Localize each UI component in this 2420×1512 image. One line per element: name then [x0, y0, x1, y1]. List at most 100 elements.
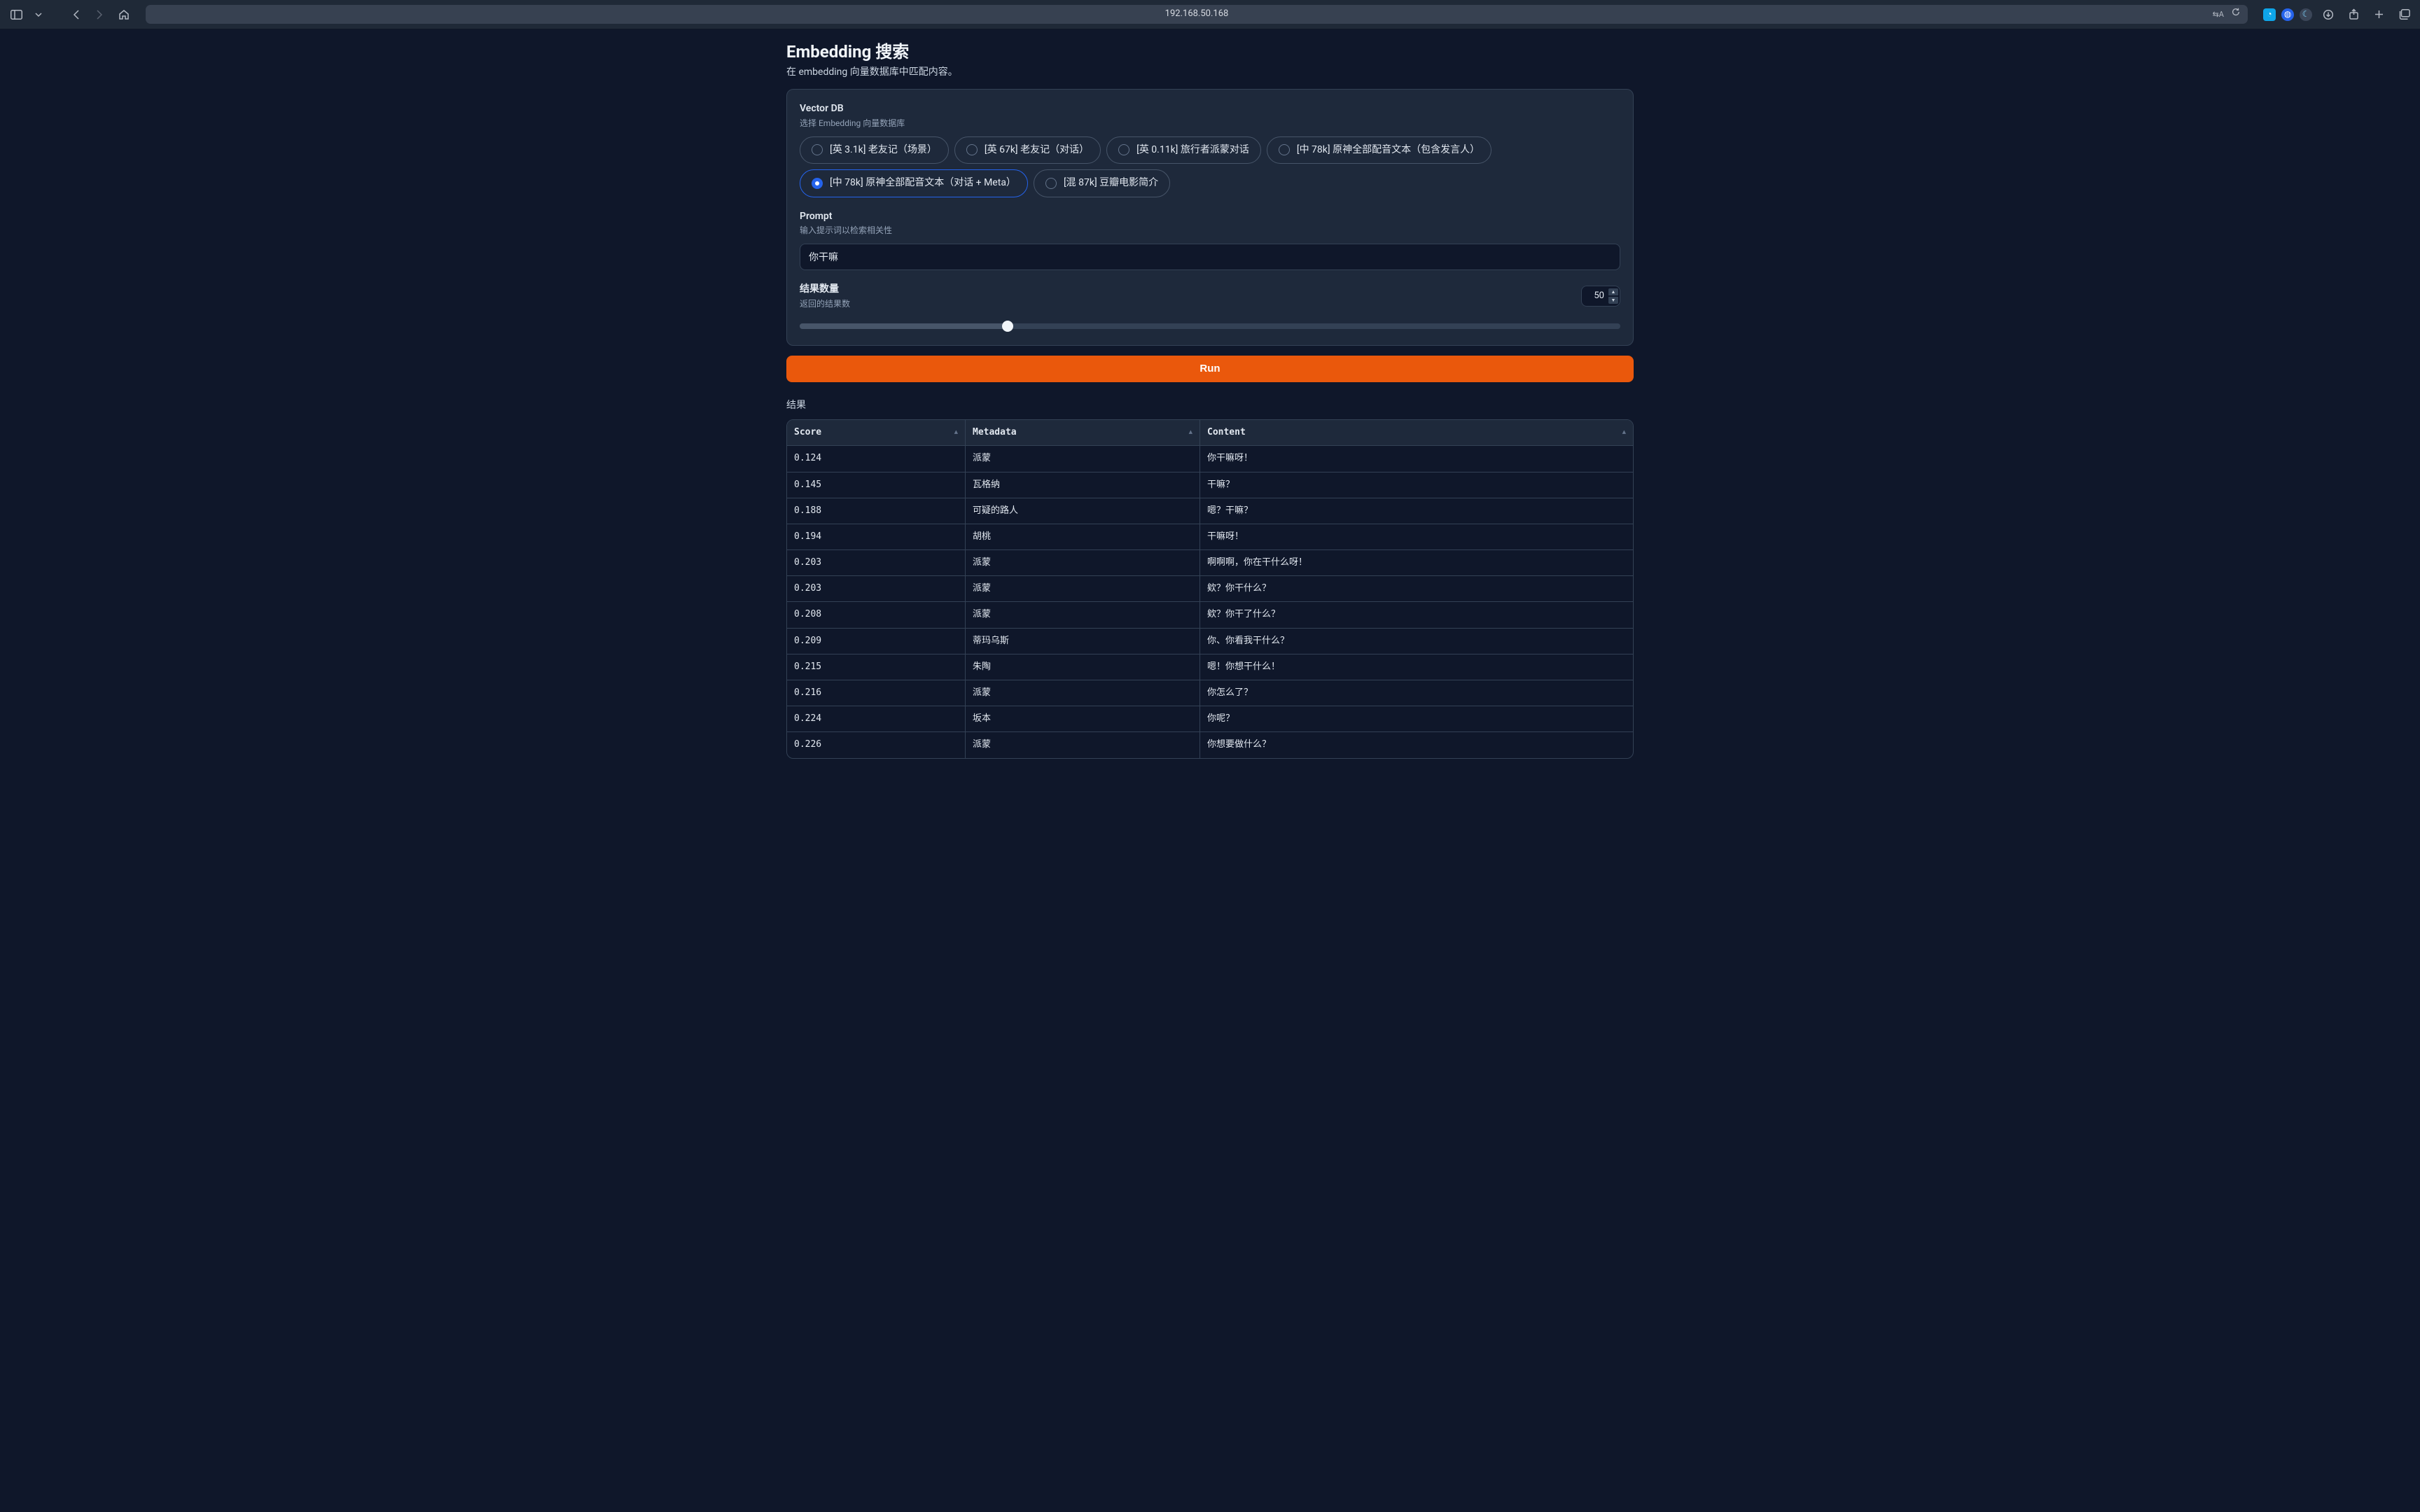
table-cell-metadata: 蒂玛乌斯: [966, 629, 1200, 654]
radio-dot-icon: [812, 144, 823, 155]
reload-icon[interactable]: [2231, 7, 2241, 22]
column-header[interactable]: Metadata▲: [966, 420, 1200, 446]
stepper-up-button[interactable]: ▲: [1608, 288, 1618, 295]
sort-arrow-icon: ▲: [1622, 428, 1626, 438]
table-cell-metadata: 胡桃: [966, 524, 1200, 550]
vectordb-option[interactable]: [中 78k] 原神全部配音文本（对话 + Meta）: [800, 169, 1028, 197]
table-cell-score: 0.224: [787, 706, 966, 732]
table-cell-score: 0.203: [787, 576, 966, 602]
table-cell-score: 0.124: [787, 446, 966, 472]
results-table: Score▲Metadata▲Content▲ 0.124派蒙你干嘛呀！0.14…: [786, 419, 1634, 758]
table-cell-metadata: 坂本: [966, 706, 1200, 732]
vectordb-option[interactable]: [中 78k] 原神全部配音文本（包含发言人）: [1267, 136, 1491, 164]
vectordb-option-label: [英 67k] 老友记（对话）: [985, 144, 1089, 158]
table-row: 0.124派蒙你干嘛呀！: [787, 446, 1633, 472]
table-row: 0.203派蒙啊啊啊，你在干什么呀！: [787, 550, 1633, 576]
table-cell-metadata: 派蒙: [966, 602, 1200, 628]
radio-dot-icon: [812, 178, 823, 189]
nav-forward-button: [90, 6, 108, 24]
prompt-input[interactable]: [800, 244, 1620, 270]
table-row: 0.194胡桃干嘛呀！: [787, 524, 1633, 550]
table-cell-score: 0.226: [787, 732, 966, 757]
prompt-label: Prompt: [800, 210, 1620, 224]
table-cell-score: 0.215: [787, 654, 966, 680]
table-cell-score: 0.145: [787, 472, 966, 498]
table-cell-score: 0.216: [787, 680, 966, 706]
page-title: Embedding 搜索: [786, 36, 1634, 66]
table-row: 0.209蒂玛乌斯你、你看我干什么？: [787, 629, 1633, 654]
sort-arrow-icon: ▲: [954, 428, 958, 438]
table-cell-metadata: 派蒙: [966, 550, 1200, 576]
page-main: Embedding 搜索 在 embedding 向量数据库中匹配内容。 Vec…: [786, 29, 1634, 787]
vectordb-option-label: [中 78k] 原神全部配音文本（包含发言人）: [1297, 144, 1480, 158]
sidebar-toggle-icon[interactable]: [7, 6, 25, 24]
table-row: 0.188可疑的路人嗯？干嘛？: [787, 498, 1633, 524]
vectordb-option[interactable]: [英 0.11k] 旅行者派蒙对话: [1106, 136, 1261, 164]
extension-icon-1[interactable]: ◔: [2263, 8, 2276, 21]
result-count-label: 结果数量: [800, 283, 1573, 297]
table-cell-score: 0.194: [787, 524, 966, 550]
result-count-stepper[interactable]: 50 ▲ ▼: [1581, 286, 1620, 307]
search-form-panel: Vector DB 选择 Embedding 向量数据库 [英 3.1k] 老友…: [786, 89, 1634, 345]
table-row: 0.226派蒙你想要做什么？: [787, 732, 1633, 757]
table-cell-score: 0.203: [787, 550, 966, 576]
radio-dot-icon: [1045, 178, 1057, 189]
table-cell-score: 0.188: [787, 498, 966, 524]
table-cell-metadata: 瓦格纳: [966, 472, 1200, 498]
table-cell-metadata: 派蒙: [966, 732, 1200, 757]
table-cell-content: 欸？你干什么？: [1200, 576, 1633, 602]
translate-icon[interactable]: ⇆A: [2213, 9, 2224, 20]
table-row: 0.216派蒙你怎么了？: [787, 680, 1633, 706]
downloads-icon[interactable]: [2319, 6, 2337, 24]
vectordb-option[interactable]: [混 87k] 豆瓣电影简介: [1034, 169, 1170, 197]
table-cell-metadata: 可疑的路人: [966, 498, 1200, 524]
extension-icon-2[interactable]: ◍: [2281, 8, 2294, 21]
column-header[interactable]: Content▲: [1200, 420, 1633, 446]
table-row: 0.208派蒙欸？你干了什么？: [787, 602, 1633, 628]
nav-back-button[interactable]: [67, 6, 85, 24]
chevron-down-icon[interactable]: [29, 6, 48, 24]
radio-dot-icon: [1279, 144, 1290, 155]
table-cell-score: 0.209: [787, 629, 966, 654]
table-cell-content: 你、你看我干什么？: [1200, 629, 1633, 654]
share-icon[interactable]: [2344, 6, 2363, 24]
table-row: 0.203派蒙欸？你干什么？: [787, 576, 1633, 602]
result-count-value: 50: [1589, 290, 1608, 302]
table-cell-metadata: 派蒙: [966, 446, 1200, 472]
vectordb-label: Vector DB: [800, 102, 1620, 116]
table-row: 0.145瓦格纳干嘛？: [787, 472, 1633, 498]
table-cell-content: 你怎么了？: [1200, 680, 1633, 706]
result-count-slider[interactable]: [800, 320, 1620, 332]
table-cell-content: 嗯！你想干什么！: [1200, 654, 1633, 680]
address-bar[interactable]: 192.168.50.168 ⇆A: [146, 5, 2248, 24]
table-cell-content: 嗯？干嘛？: [1200, 498, 1633, 524]
vectordb-option[interactable]: [英 3.1k] 老友记（场景）: [800, 136, 949, 164]
home-icon[interactable]: [115, 6, 133, 24]
vectordb-option[interactable]: [英 67k] 老友记（对话）: [954, 136, 1101, 164]
results-header-row: Score▲Metadata▲Content▲: [787, 420, 1633, 446]
stepper-down-button[interactable]: ▼: [1608, 297, 1618, 304]
slider-thumb[interactable]: [1002, 321, 1013, 332]
table-cell-metadata: 派蒙: [966, 680, 1200, 706]
table-cell-content: 你呢？: [1200, 706, 1633, 732]
result-count-help: 返回的结果数: [800, 298, 1573, 310]
table-cell-content: 啊啊啊，你在干什么呀！: [1200, 550, 1633, 576]
column-header[interactable]: Score▲: [787, 420, 966, 446]
run-button[interactable]: Run: [786, 356, 1634, 382]
vectordb-option-label: [英 3.1k] 老友记（场景）: [830, 144, 937, 158]
table-cell-score: 0.208: [787, 602, 966, 628]
extension-icon-3[interactable]: ☾: [2300, 8, 2312, 21]
prompt-help: 输入提示词以检索相关性: [800, 225, 1620, 237]
new-tab-icon[interactable]: [2370, 6, 2388, 24]
results-section-label: 结果: [786, 399, 1634, 413]
radio-dot-icon: [966, 144, 978, 155]
page-subtitle: 在 embedding 向量数据库中匹配内容。: [786, 66, 1634, 90]
sort-arrow-icon: ▲: [1189, 428, 1192, 438]
table-cell-content: 干嘛呀！: [1200, 524, 1633, 550]
table-row: 0.215朱陶嗯！你想干什么！: [787, 654, 1633, 680]
tabs-overview-icon[interactable]: [2395, 6, 2413, 24]
vectordb-help: 选择 Embedding 向量数据库: [800, 118, 1620, 130]
table-cell-content: 欸？你干了什么？: [1200, 602, 1633, 628]
table-cell-content: 你想要做什么？: [1200, 732, 1633, 757]
vectordb-option-label: [中 78k] 原神全部配音文本（对话 + Meta）: [830, 176, 1016, 190]
